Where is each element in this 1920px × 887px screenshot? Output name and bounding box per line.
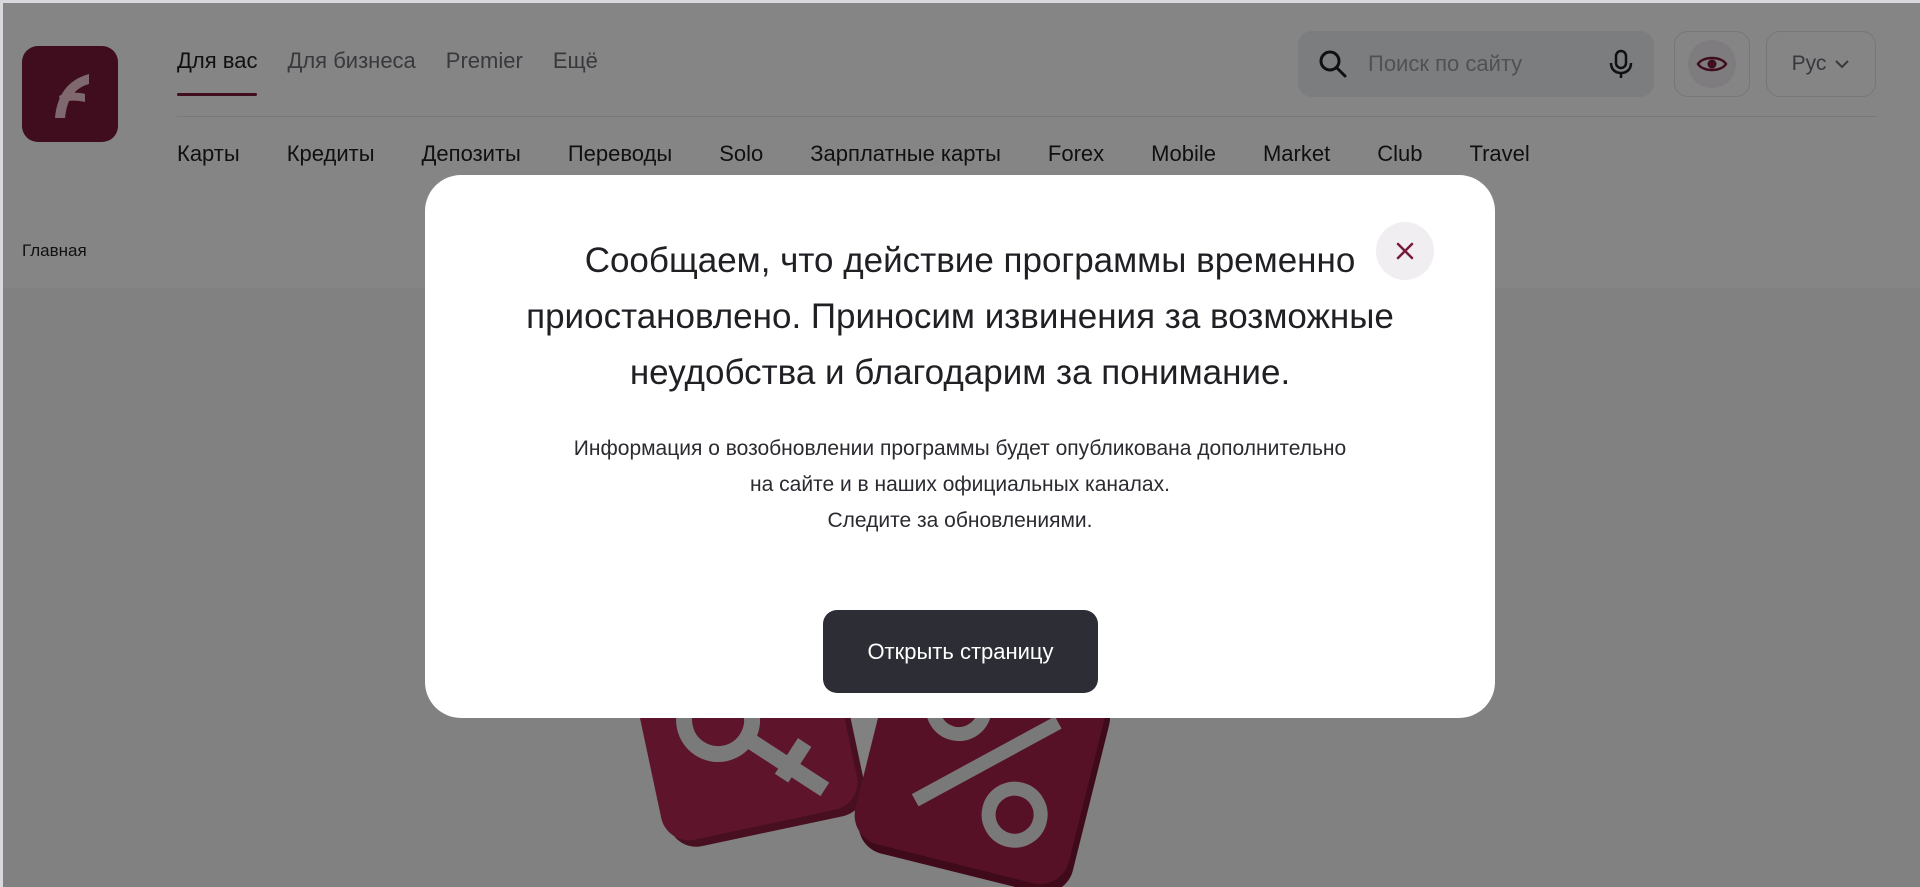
modal-title-line: приостановлено. Приносим извинения за во…	[526, 297, 1394, 336]
page: Для вас Для бизнеса Premier Ещё Поиск по…	[0, 0, 1920, 887]
modal-description: Информация о возобновлении программы буд…	[465, 431, 1455, 539]
modal-body-line: Следите за обновлениями.	[827, 509, 1093, 532]
modal-body-line: Информация о возобновлении программы буд…	[573, 437, 1347, 460]
modal-body-line: на сайте и в наших официальных каналах.	[750, 473, 1170, 496]
notice-modal: Сообщаем, что действие программы временн…	[425, 175, 1495, 718]
modal-title-line: неудобства и благодарим за понимание.	[629, 353, 1291, 392]
modal-title-line: Сообщаем, что действие программы временн…	[584, 241, 1356, 280]
open-page-button[interactable]: Открыть страницу	[823, 610, 1098, 693]
modal-title: Сообщаем, что действие программы временн…	[465, 233, 1455, 401]
